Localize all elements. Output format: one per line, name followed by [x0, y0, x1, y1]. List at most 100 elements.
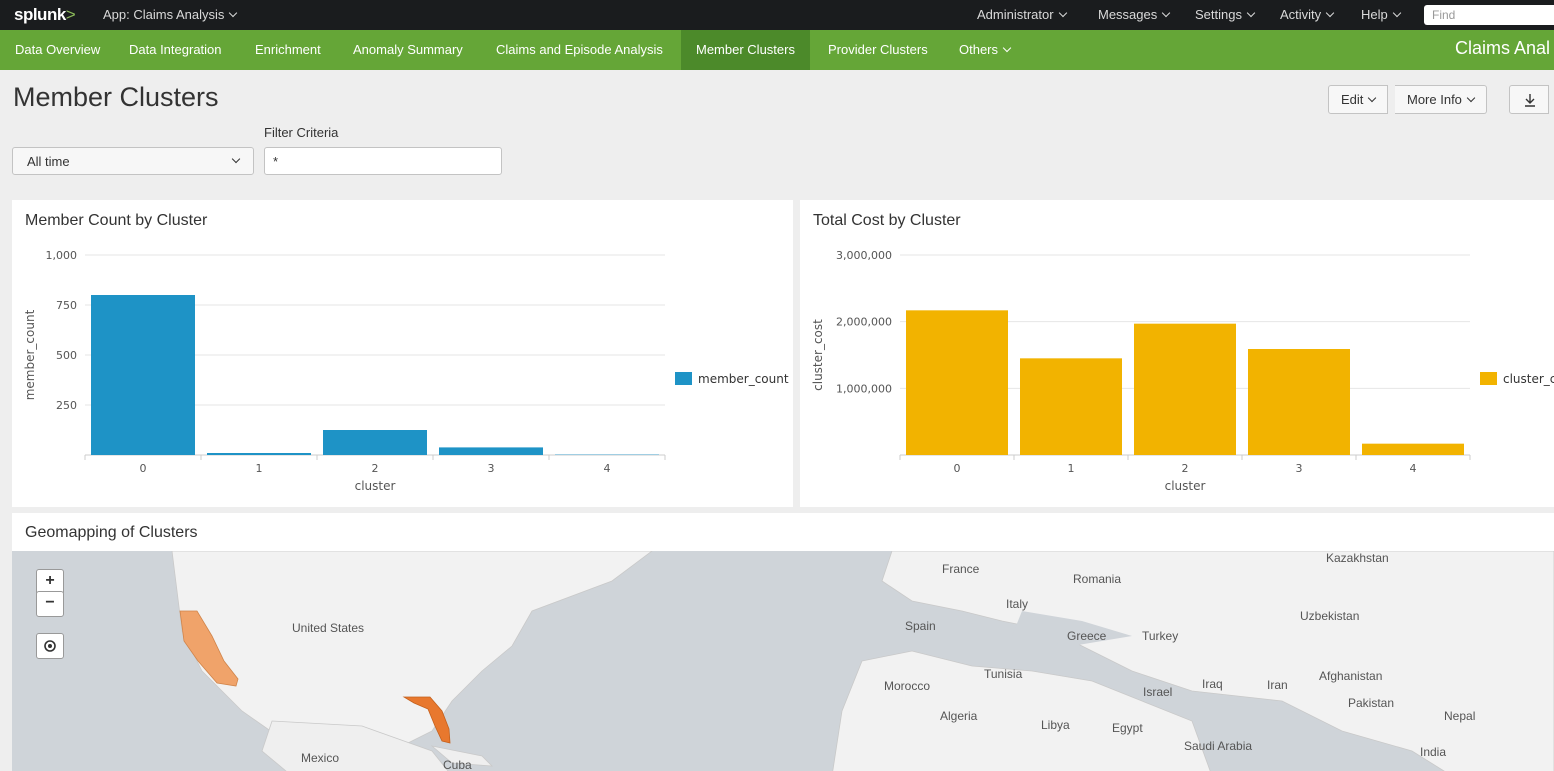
chevron-down-icon: [1325, 8, 1335, 18]
x-tick-label: 3: [488, 462, 495, 475]
y-tick-label: 500: [56, 349, 77, 362]
crosshair-icon: [44, 640, 56, 652]
map-label: Kazakhstan: [1326, 551, 1389, 565]
chevron-down-icon: [1246, 8, 1256, 18]
bar[interactable]: [1362, 443, 1464, 455]
map-label: Algeria: [940, 709, 978, 723]
chevron-down-icon: [229, 8, 238, 18]
chevron-down-icon: [1058, 8, 1067, 18]
map-label: Nepal: [1444, 709, 1476, 723]
bar[interactable]: [906, 310, 1008, 455]
help-menu[interactable]: Help: [1361, 7, 1401, 22]
map-label: Afghanistan: [1319, 669, 1383, 683]
cluster-map[interactable]: + − United States Mexico Cuba France Rom…: [12, 551, 1554, 771]
splunk-logo[interactable]: splunk>: [14, 5, 76, 25]
map-label: Italy: [1006, 597, 1029, 611]
x-tick-label: 3: [1296, 462, 1303, 475]
top-bar: splunk> App: Claims Analysis Administrat…: [0, 0, 1554, 30]
geomap-panel: Geomapping of Clusters + − United States…: [12, 513, 1554, 771]
bar[interactable]: [91, 295, 195, 455]
page-title: Member Clusters: [13, 82, 219, 112]
map-label: Greece: [1067, 629, 1107, 643]
chevron-down-icon: [231, 154, 241, 164]
map-label: United States: [292, 621, 365, 635]
messages-menu[interactable]: Messages: [1098, 7, 1171, 22]
nav-data-integration[interactable]: Data Integration: [114, 30, 237, 70]
x-tick-label: 2: [1182, 462, 1189, 475]
filter-criteria-input[interactable]: *: [264, 147, 502, 175]
bar[interactable]: [439, 447, 543, 455]
legend-label[interactable]: member_count: [698, 372, 789, 386]
map-label: Saudi Arabia: [1184, 739, 1253, 753]
y-axis-title: member_count: [23, 309, 37, 400]
x-axis-title: cluster: [355, 479, 396, 493]
zoom-out-button[interactable]: −: [36, 591, 64, 617]
app-nav-bar: Data Overview Data Integration Enrichmen…: [0, 30, 1554, 70]
map-label: France: [942, 562, 980, 576]
activity-menu[interactable]: Activity: [1280, 7, 1335, 22]
map-label: Tunisia: [984, 667, 1023, 681]
settings-menu[interactable]: Settings: [1195, 7, 1256, 22]
administrator-menu[interactable]: Administrator: [977, 7, 1067, 22]
north-america-land: [171, 551, 653, 762]
legend-swatch: [675, 372, 692, 385]
y-tick-label: 750: [56, 299, 77, 312]
export-button[interactable]: [1509, 85, 1549, 114]
x-tick-label: 4: [1410, 462, 1417, 475]
total-cost-chart: 1,000,000 2,000,000 3,000,000 0 1 2 3 4 cluster c…: [811, 249, 1554, 493]
x-tick-label: 4: [604, 462, 611, 475]
bar[interactable]: [323, 430, 427, 455]
map-label: Cuba: [443, 758, 472, 771]
chevron-down-icon: [1162, 8, 1171, 18]
x-tick-label: 1: [256, 462, 263, 475]
y-axis-title: cluster_cost: [811, 319, 825, 391]
member-count-chart: 2505007501,0000 1 2 3 4clustermember_count me…: [23, 249, 789, 493]
map-label: Israel: [1143, 685, 1173, 699]
map-label: Romania: [1073, 572, 1122, 586]
bar[interactable]: [1134, 323, 1236, 455]
locate-button[interactable]: [36, 633, 64, 659]
nav-data-overview[interactable]: Data Overview: [0, 30, 115, 70]
find-input[interactable]: Find: [1424, 5, 1554, 25]
map-label: Pakistan: [1348, 696, 1395, 710]
chevron-down-icon: [1466, 93, 1476, 103]
bar[interactable]: [1020, 358, 1122, 455]
legend-label[interactable]: cluster_c: [1503, 372, 1554, 386]
map-label: Turkey: [1142, 629, 1179, 643]
download-icon: [1525, 94, 1535, 107]
nav-provider-clusters[interactable]: Provider Clusters: [813, 30, 943, 70]
x-axis-title: cluster: [1165, 479, 1206, 493]
x-tick-label: 0: [954, 462, 961, 475]
bar[interactable]: [207, 453, 311, 455]
map-label: Morocco: [884, 679, 931, 693]
more-info-button[interactable]: More Info: [1395, 85, 1487, 114]
chevron-down-icon: [1368, 93, 1377, 103]
map-label: Iran: [1267, 678, 1288, 692]
y-tick-label: 1,000,000: [836, 382, 892, 395]
x-tick-label: 2: [372, 462, 379, 475]
map-label: India: [1420, 745, 1447, 759]
nav-others[interactable]: Others: [944, 30, 1025, 70]
app-menu[interactable]: App: Claims Analysis: [103, 7, 238, 22]
chevron-down-icon: [1392, 8, 1401, 18]
y-tick-label: 250: [56, 399, 77, 412]
app-brand-title: Claims Anal: [1455, 38, 1551, 58]
nav-enrichment[interactable]: Enrichment: [240, 30, 336, 70]
nav-claims-episode-analysis[interactable]: Claims and Episode Analysis: [481, 30, 678, 70]
nav-member-clusters[interactable]: Member Clusters: [681, 30, 810, 70]
map-label: Mexico: [301, 751, 340, 765]
map-label: Egypt: [1112, 721, 1143, 735]
bar[interactable]: [1248, 349, 1350, 455]
filter-criteria-label: Filter Criteria: [264, 125, 339, 140]
legend-swatch: [1480, 372, 1497, 385]
map-label: Uzbekistan: [1300, 609, 1360, 623]
panel-title: Geomapping of Clusters: [25, 524, 198, 541]
time-range-picker[interactable]: All time: [12, 147, 254, 175]
total-cost-panel: Total Cost by Cluster 1,000,000 2,000,000…: [800, 200, 1554, 507]
x-tick-label: 0: [140, 462, 147, 475]
y-tick-label: 1,000: [46, 249, 78, 262]
edit-button[interactable]: Edit: [1328, 85, 1389, 114]
x-tick-label: 1: [1068, 462, 1075, 475]
map-label: Spain: [905, 619, 936, 633]
nav-anomaly-summary[interactable]: Anomaly Summary: [338, 30, 478, 70]
